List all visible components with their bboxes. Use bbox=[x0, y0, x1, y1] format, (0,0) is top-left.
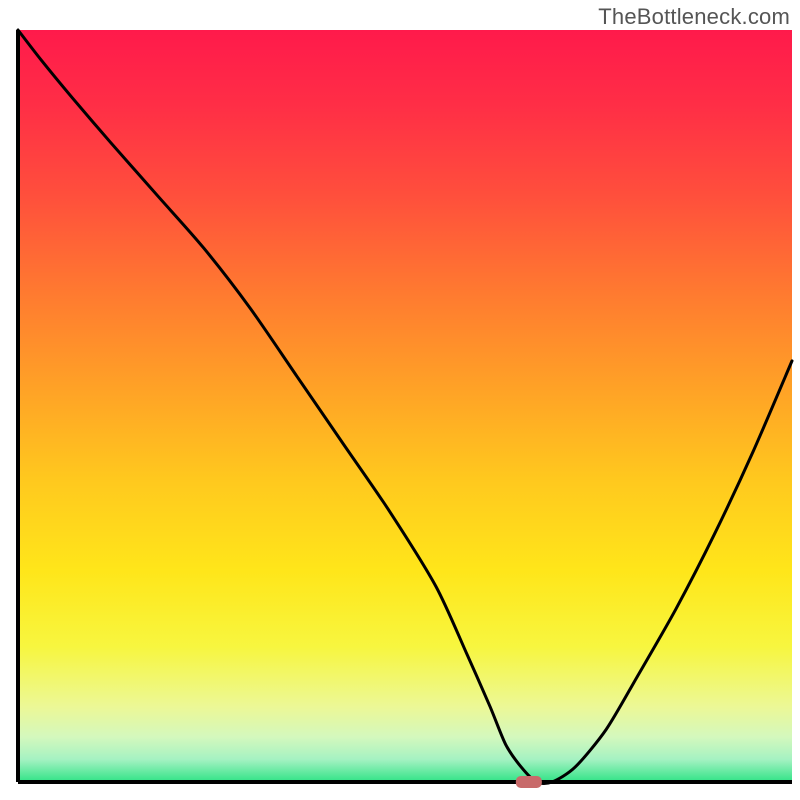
optimum-marker bbox=[516, 776, 542, 788]
bottleneck-chart: TheBottleneck.com bbox=[0, 0, 800, 800]
chart-svg bbox=[0, 0, 800, 800]
plot-background bbox=[18, 30, 792, 782]
watermark-text: TheBottleneck.com bbox=[598, 4, 790, 30]
